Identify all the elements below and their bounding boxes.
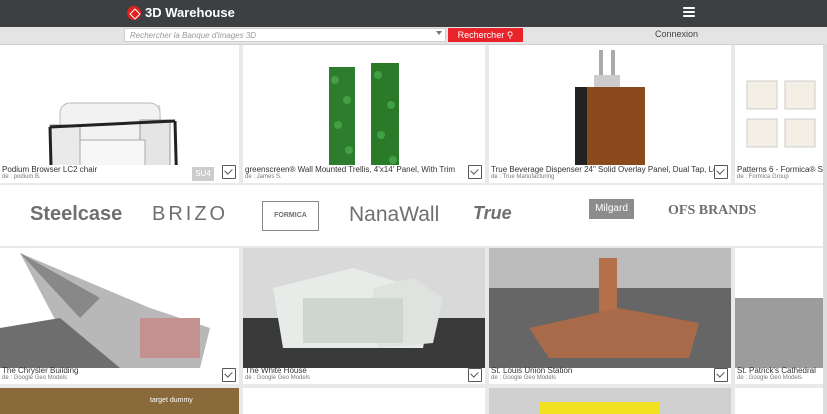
model-card[interactable]: St. Louis Union Station de : Google Geo … — [489, 248, 731, 384]
model-author[interactable]: de : podium B. — [2, 174, 41, 180]
model-title[interactable]: St. Louis Union Station — [491, 366, 572, 375]
cathedral-thumbnail — [735, 298, 823, 368]
model-card[interactable]: The Chrysler Building de : Google Geo Mo… — [0, 248, 239, 384]
search-button[interactable]: Rechercher ⚲ — [448, 28, 523, 42]
brand-logo-true[interactable]: True — [473, 203, 512, 224]
model-card[interactable]: greenscreen® Wall Mounted Trellis, 4'x14… — [243, 45, 485, 183]
model-card[interactable] — [243, 388, 485, 414]
model-title[interactable]: St. Patrick's Cathedral — [737, 366, 816, 375]
model-author[interactable]: de : Google Geo Models — [491, 375, 556, 381]
model-author[interactable]: de : Google Geo Models — [245, 375, 310, 381]
model-author[interactable]: de : Formica Group — [737, 174, 789, 180]
search-button-label: Rechercher — [457, 30, 505, 40]
brand-logo-formica[interactable]: FORMICA — [262, 201, 319, 231]
model-card[interactable]: St. Patrick's Cathedral de : Google Geo … — [735, 248, 823, 384]
model-card[interactable]: Patterns 6 - Formica® Sta de : Formica G… — [735, 45, 823, 183]
app-logo[interactable]: 3D Warehouse — [127, 5, 235, 20]
brand-name: 3D Warehouse — [145, 5, 235, 20]
download-icon[interactable] — [468, 165, 482, 179]
model-author[interactable]: de : James S. — [245, 174, 282, 180]
union-station-thumbnail — [489, 248, 731, 368]
model-card[interactable]: The White House de : Google Geo Models — [243, 248, 485, 384]
white-house-thumbnail — [243, 248, 485, 368]
model-author[interactable]: de : Google Geo Models — [2, 375, 67, 381]
scrollbar[interactable] — [823, 44, 827, 414]
brand-logo-nanawall[interactable]: NanaWall — [349, 203, 439, 227]
top-bar: 3D Warehouse — [0, 0, 827, 27]
sketchup-badge: SU4 — [192, 167, 214, 181]
model-author[interactable]: de : Google Geo Models — [737, 375, 802, 381]
model-card[interactable]: SU4 Podium Browser LC2 chair de : podium… — [0, 45, 239, 183]
model-card[interactable]: target dummy — [0, 388, 239, 414]
model-card[interactable]: True Beverage Dispenser 24" Solid Overla… — [489, 45, 731, 183]
chevron-down-icon[interactable] — [436, 31, 442, 35]
model-author[interactable]: de : True Manufacturing — [491, 174, 554, 180]
chrysler-thumbnail — [0, 253, 210, 378]
model-title[interactable]: The White House — [245, 366, 307, 375]
download-icon[interactable] — [222, 368, 236, 382]
menu-icon[interactable] — [683, 7, 695, 19]
yellow-model-part — [539, 402, 659, 414]
brand-logo-ofs[interactable]: OFS BRANDS — [668, 203, 756, 219]
annotation-label: target dummy — [150, 397, 193, 404]
download-icon[interactable] — [714, 368, 728, 382]
model-title[interactable]: The Chrysler Building — [2, 366, 78, 375]
search-icon: ⚲ — [506, 30, 514, 40]
model-title[interactable]: Podium Browser LC2 chair — [2, 165, 97, 174]
dispenser-thumbnail — [575, 50, 645, 169]
model-title[interactable]: True Beverage Dispenser 24" Solid Overla… — [491, 165, 724, 174]
model-card[interactable] — [735, 388, 823, 414]
download-icon[interactable] — [714, 165, 728, 179]
patterns-thumbnail — [746, 80, 816, 148]
login-link[interactable]: Connexion — [655, 29, 698, 39]
search-input[interactable]: Rechercher la Banque d'images 3D — [124, 28, 446, 42]
model-card[interactable] — [489, 388, 731, 414]
download-icon[interactable] — [222, 165, 236, 179]
warehouse-logo-icon — [127, 5, 141, 20]
brand-logo-milgard[interactable]: Milgard — [589, 199, 634, 219]
brand-logo-brizo[interactable]: BRIZO — [152, 203, 228, 226]
model-title[interactable]: greenscreen® Wall Mounted Trellis, 4'x14… — [245, 165, 455, 174]
brand-logo-steelcase[interactable]: Steelcase — [30, 203, 122, 226]
trellis-thumbnail — [329, 63, 399, 175]
download-icon[interactable] — [468, 368, 482, 382]
chair-thumbnail — [48, 102, 179, 183]
model-title[interactable]: Patterns 6 - Formica® Sta — [737, 165, 823, 174]
brands-strip: Steelcase BRIZO FORMICA NanaWall True Mi… — [0, 185, 827, 246]
